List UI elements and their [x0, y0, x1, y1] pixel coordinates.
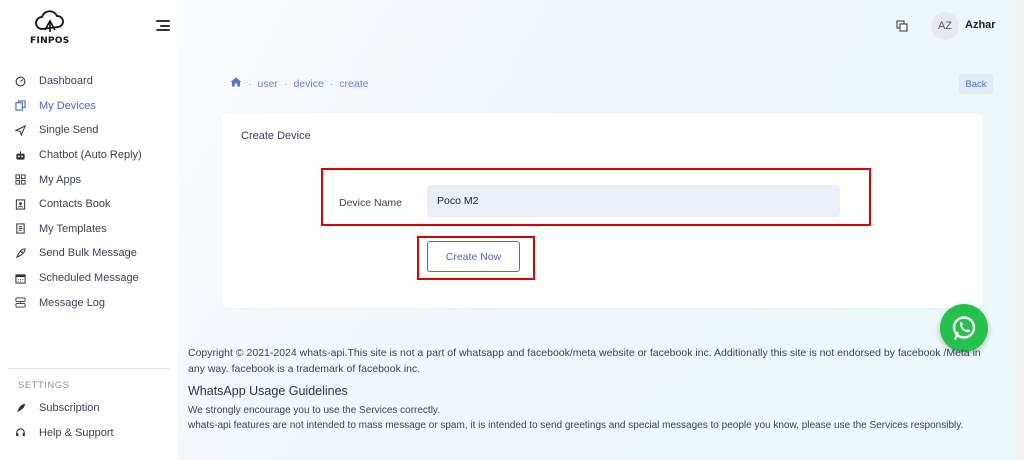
settings-divider — [8, 368, 170, 369]
sidebar-item-scheduled-message[interactable]: Scheduled Message — [0, 266, 178, 291]
sidebar-item-message-log[interactable]: Message Log — [0, 290, 178, 315]
log-icon — [14, 297, 26, 309]
send-icon — [14, 124, 26, 136]
sidebar-item-label: Scheduled Message — [39, 272, 139, 285]
rocket-icon — [14, 247, 26, 259]
sidebar-item-help-support[interactable]: Help & Support — [0, 421, 178, 446]
device-name-input[interactable] — [427, 185, 840, 217]
sidebar-item-label: My Templates — [39, 222, 107, 235]
logo-text: FINPOS — [30, 36, 70, 46]
calendar-icon — [14, 272, 26, 284]
breadcrumb-separator: · — [329, 77, 334, 90]
create-device-card: Create Device Device Name Create Now — [222, 113, 983, 308]
breadcrumb-separator: · — [283, 77, 288, 90]
sidebar: FINPOS Dashboard My Devices Single Send … — [0, 0, 178, 460]
window-toggle-icon[interactable] — [896, 20, 908, 32]
breadcrumb-item-device[interactable]: device — [293, 78, 323, 90]
home-icon[interactable] — [230, 77, 242, 90]
user-avatar[interactable]: AZ — [931, 12, 959, 40]
templates-icon — [14, 223, 26, 235]
sidebar-item-my-devices[interactable]: My Devices — [0, 94, 178, 119]
sidebar-item-label: My Apps — [39, 173, 82, 186]
menu-toggle-icon[interactable] — [156, 20, 170, 32]
sidebar-item-label: Single Send — [39, 124, 99, 137]
sidebar-item-label: Chatbot (Auto Reply) — [39, 149, 142, 162]
guidelines-title: WhatsApp Usage Guidelines — [188, 384, 348, 398]
sidebar-item-subscription[interactable]: Subscription — [0, 396, 178, 421]
sidebar-item-label: Dashboard — [39, 75, 93, 88]
sidebar-item-send-bulk-message[interactable]: Send Bulk Message — [0, 241, 178, 266]
sidebar-item-label: Message Log — [39, 296, 106, 309]
guidelines-line-1: We strongly encourage you to use the Ser… — [188, 405, 440, 416]
sidebar-item-label: Send Bulk Message — [39, 247, 137, 260]
sidebar-item-my-apps[interactable]: My Apps — [0, 167, 178, 192]
cloud-logo-icon — [35, 10, 64, 32]
sidebar-item-chatbot[interactable]: Chatbot (Auto Reply) — [0, 143, 178, 168]
apps-icon — [14, 174, 26, 186]
breadcrumb-separator: · — [248, 77, 252, 90]
sidebar-item-label: Help & Support — [39, 426, 114, 439]
guidelines-text: We strongly encourage you to use the Ser… — [188, 403, 996, 433]
user-name[interactable]: Azhar — [965, 19, 996, 31]
sidebar-item-label: Subscription — [39, 402, 100, 415]
guidelines-line-2: whats-api features are not intended to m… — [188, 420, 964, 431]
dashboard-icon — [14, 75, 26, 87]
brand-logo[interactable]: FINPOS — [28, 10, 78, 48]
whatsapp-icon — [952, 316, 976, 340]
settings-section-label: SETTINGS — [18, 380, 70, 391]
robot-icon — [14, 149, 26, 161]
page-scrollbar[interactable] — [1016, 0, 1024, 460]
sidebar-item-label: Contacts Book — [39, 198, 111, 211]
sidebar-item-my-templates[interactable]: My Templates — [0, 217, 178, 242]
copyright-text: Copyright © 2021-2024 whats-api.This sit… — [188, 347, 981, 375]
devices-icon — [14, 100, 26, 112]
create-now-button[interactable]: Create Now — [427, 241, 520, 272]
sidebar-item-label: My Devices — [39, 99, 96, 112]
device-name-label: Device Name — [339, 197, 403, 209]
subscription-icon — [14, 402, 26, 414]
support-icon — [14, 427, 26, 439]
card-title: Create Device — [241, 130, 311, 142]
sidebar-nav: Dashboard My Devices Single Send Chatbot… — [0, 69, 178, 315]
settings-nav: Subscription Help & Support — [0, 396, 178, 445]
contacts-icon — [14, 198, 26, 210]
sidebar-item-contacts-book[interactable]: Contacts Book — [0, 192, 178, 217]
sidebar-item-dashboard[interactable]: Dashboard — [0, 69, 178, 94]
breadcrumb-item-create: create — [339, 77, 369, 90]
sidebar-item-single-send[interactable]: Single Send — [0, 118, 178, 143]
breadcrumb-item-user[interactable]: user — [258, 78, 278, 90]
breadcrumb: · user · device · create — [230, 77, 368, 90]
back-button[interactable]: Back — [959, 74, 993, 94]
page-footer: Copyright © 2021-2024 whats-api.This sit… — [188, 345, 996, 433]
